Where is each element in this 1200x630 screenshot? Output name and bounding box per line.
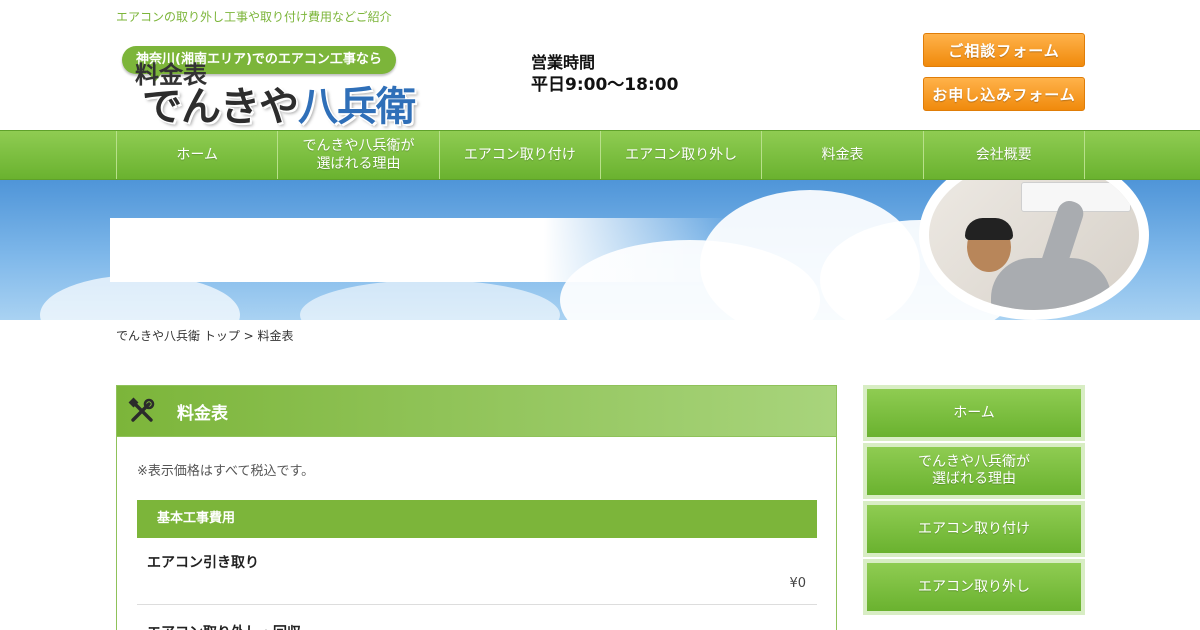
hours-value: 平日9:00～18:00 — [531, 75, 679, 95]
hours-label: 営業時間 — [531, 53, 596, 72]
sidebar-nav: ホーム でんきや八兵衛が 選ばれる理由 エアコン取り付け エアコン取り外し — [863, 385, 1085, 617]
sidebar-item-installation[interactable]: エアコン取り付け — [863, 501, 1085, 557]
price-item-value: ¥0 — [789, 576, 806, 591]
sidebar-item-label[interactable]: エアコン取り外し — [867, 563, 1081, 611]
nav-item-pricing[interactable]: 料金表 — [762, 131, 924, 179]
tools-icon — [127, 396, 157, 426]
tax-note: ※表示価格はすべて税込です。 — [137, 464, 315, 479]
nav-item-company[interactable]: 会社概要 — [924, 131, 1085, 179]
page-hero — [0, 180, 1200, 320]
sidebar-item-label[interactable]: エアコン取り付け — [867, 505, 1081, 553]
breadcrumb[interactable]: でんきや八兵衛 トップ > 料金表 — [116, 327, 294, 344]
pricing-panel-title: 料金表 — [177, 403, 228, 424]
sidebar-item-label[interactable]: ホーム — [867, 389, 1081, 437]
price-item-label: エアコン引き取り — [147, 555, 259, 571]
nav-item-removal[interactable]: エアコン取り外し — [601, 131, 763, 179]
consult-form-button[interactable]: ご相談フォーム — [923, 33, 1085, 67]
apply-form-button[interactable]: お申し込みフォーム — [923, 77, 1085, 111]
logo-wordmark-b: 八兵衛 — [298, 84, 416, 130]
site-tagline: エアコンの取り外し工事や取り付け費用などご紹介 — [116, 10, 392, 24]
section-heading: 基本工事費用 — [137, 500, 817, 538]
nav-item-home[interactable]: ホーム — [117, 131, 279, 179]
cloud-shape — [300, 280, 560, 320]
business-hours: 営業時間 平日9:00～18:00 — [531, 52, 678, 96]
global-nav: ホーム でんきや八兵衛が 選ばれる理由 エアコン取り付け エアコン取り外し 料金… — [0, 130, 1200, 180]
sidebar-item-removal[interactable]: エアコン取り外し — [863, 559, 1085, 615]
nav-item-installation[interactable]: エアコン取り付け — [440, 131, 601, 179]
sidebar-item-label[interactable]: でんきや八兵衛が 選ばれる理由 — [867, 447, 1081, 495]
logo-wordmark-a: でんきや — [142, 84, 299, 130]
pricing-panel: 料金表 ※表示価格はすべて税込です。 基本工事費用 エアコン引き取り ¥0 エア… — [116, 385, 837, 630]
technician-hair — [965, 218, 1013, 240]
row-divider — [137, 604, 817, 605]
pricing-panel-header: 料金表 — [117, 386, 836, 437]
hero-title-band — [110, 218, 730, 282]
nav-item-reasons[interactable]: でんきや八兵衛が 選ばれる理由 — [278, 131, 440, 179]
sidebar-item-reasons[interactable]: でんきや八兵衛が 選ばれる理由 — [863, 443, 1085, 499]
page-title: 料金表 — [135, 61, 207, 89]
price-item-label: エアコン取り外し・回収 — [147, 622, 301, 630]
sidebar-item-home[interactable]: ホーム — [863, 385, 1085, 441]
